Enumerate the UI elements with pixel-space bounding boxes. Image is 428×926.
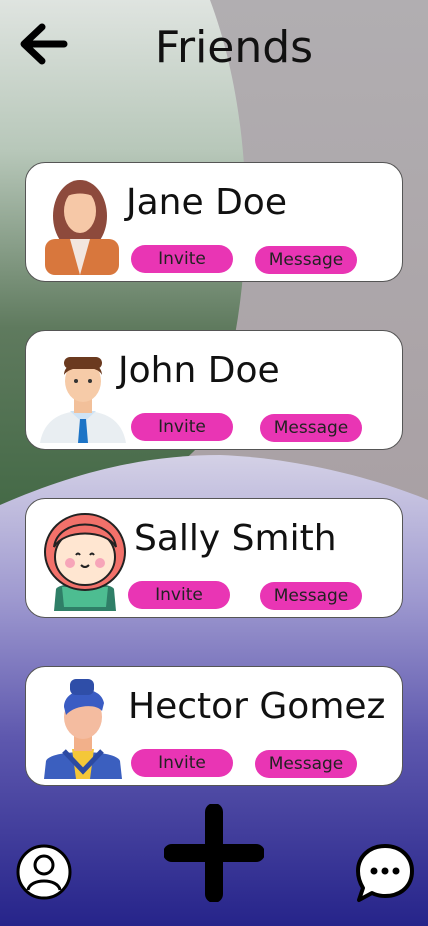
chat-button[interactable]	[354, 842, 416, 904]
invite-button[interactable]: Invite	[131, 749, 233, 777]
message-button[interactable]: Message	[255, 246, 357, 274]
chat-bubble-icon	[356, 844, 414, 902]
friend-card: Sally Smith Invite Message	[25, 498, 403, 618]
friend-name: Sally Smith	[134, 518, 337, 559]
message-button[interactable]: Message	[260, 582, 362, 610]
user-icon	[16, 844, 72, 900]
friend-card: John Doe Invite Message	[25, 330, 403, 450]
avatar	[45, 180, 119, 275]
plus-icon	[163, 803, 265, 903]
invite-button[interactable]: Invite	[128, 581, 230, 609]
invite-button[interactable]: Invite	[131, 245, 233, 273]
avatar	[44, 513, 126, 611]
add-friend-button[interactable]	[163, 803, 265, 903]
friend-name: Hector Gomez	[128, 686, 386, 727]
avatar	[44, 679, 122, 779]
friend-name: Jane Doe	[126, 182, 287, 223]
invite-button[interactable]: Invite	[131, 413, 233, 441]
message-button[interactable]: Message	[260, 414, 362, 442]
profile-button[interactable]	[16, 844, 72, 900]
friend-card: Hector Gomez Invite Message	[25, 666, 403, 786]
message-button[interactable]: Message	[255, 750, 357, 778]
avatar	[40, 357, 126, 443]
background	[0, 0, 428, 926]
friend-name: John Doe	[118, 350, 280, 391]
friend-card: Jane Doe Invite Message	[25, 162, 403, 282]
page-title: Friends	[154, 22, 314, 73]
